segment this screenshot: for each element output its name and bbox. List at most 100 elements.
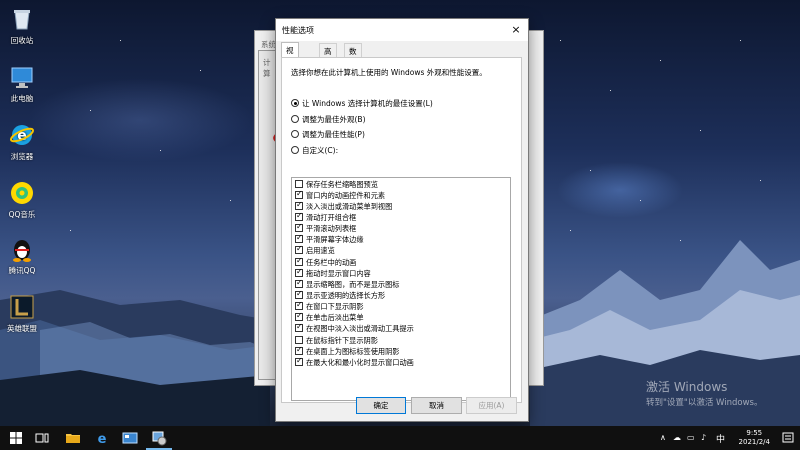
display-icon[interactable]: ▭	[687, 433, 695, 442]
list-item-label: 保存任务栏缩略图预览	[306, 180, 378, 189]
radio-label: 调整为最佳外观(B)	[302, 115, 366, 124]
list-item[interactable]: 在窗口下显示阴影	[295, 300, 364, 313]
radio-label: 自定义(C):	[302, 146, 339, 155]
desktop-icon-label: 浏览器	[10, 152, 34, 161]
system-settings-icon[interactable]	[151, 430, 167, 446]
list-item[interactable]: 平滑屏幕字体边缘	[295, 233, 364, 246]
checkbox[interactable]	[295, 189, 303, 199]
radio-label: 调整为最佳性能(P)	[302, 130, 365, 139]
desktop-icon-label: 英雄联盟	[7, 324, 37, 333]
desktop-icon-recycle-bin[interactable]: 回收站	[2, 6, 42, 46]
checkbox[interactable]	[295, 211, 303, 221]
list-item[interactable]: 滑动打开组合框	[295, 211, 357, 224]
volume-icon[interactable]: ♪	[701, 433, 706, 442]
list-item[interactable]: 在最大化和最小化时显示窗口动画	[295, 356, 414, 369]
qq-music-icon	[9, 180, 35, 206]
list-item-label: 启用速览	[306, 246, 335, 255]
list-item[interactable]: 淡入淡出或滑动菜单到视图	[295, 200, 392, 213]
checkbox[interactable]	[295, 300, 303, 310]
desktop-icon-qq-music[interactable]: QQ音乐	[2, 180, 42, 220]
dialog-title: 性能选项	[282, 26, 314, 35]
list-item-label: 滑动打开组合框	[306, 213, 357, 222]
checkbox[interactable]	[295, 336, 303, 344]
clock-time: 9:55	[746, 429, 763, 437]
clock-date: 2021/2/4	[738, 438, 770, 446]
activation-watermark-text: 转到"设置"以激活 Windows。	[646, 398, 763, 408]
close-button[interactable]: ×	[504, 19, 528, 41]
cancel-button[interactable]: 取消	[411, 397, 462, 414]
visual-effects-list[interactable]: 保存任务栏缩略图预览 窗口内的动画控件和元素 淡入淡出或滑动菜单到视图 滑动打开…	[291, 177, 511, 401]
list-item[interactable]: 任务栏中的动画	[295, 256, 357, 269]
ime-indicator[interactable]: 中	[716, 432, 725, 445]
desktop-icon-lol[interactable]: 英雄联盟	[2, 294, 42, 334]
checkbox[interactable]	[295, 222, 303, 232]
window-title: 系统	[261, 40, 276, 49]
tab-dep[interactable]: 数据执行保护	[344, 43, 362, 111]
radio-label: 让 Windows 选择计算机的最佳设置(L)	[302, 99, 433, 108]
radio-best-appearance[interactable]: 调整为最佳外观(B)	[291, 114, 366, 125]
list-item-label: 平滑屏幕字体边缘	[306, 235, 364, 244]
list-item[interactable]: 平滑滚动列表框	[295, 222, 357, 235]
radio-best-performance[interactable]: 调整为最佳性能(P)	[291, 129, 365, 140]
checkbox[interactable]	[295, 256, 303, 266]
list-item[interactable]: 窗口内的动画控件和元素	[295, 189, 386, 202]
this-pc-icon	[9, 64, 35, 90]
radio-button[interactable]	[291, 115, 299, 123]
chevron-up-icon[interactable]: ∧	[660, 433, 666, 442]
checkbox[interactable]	[295, 267, 303, 277]
radio-custom[interactable]: 自定义(C):	[291, 145, 338, 156]
desktop-icon-qq[interactable]: 腾讯QQ	[2, 236, 42, 276]
list-item[interactable]: 在桌面上为图标标签使用阴影	[295, 345, 400, 358]
list-item[interactable]: 拖动时显示窗口内容	[295, 267, 371, 280]
network-icon[interactable]: ☁	[673, 433, 681, 442]
radio-button[interactable]	[291, 146, 299, 154]
tab-advanced[interactable]: 高级	[319, 43, 337, 67]
task-view-icon[interactable]	[34, 430, 50, 446]
checkbox[interactable]	[295, 311, 303, 321]
checkbox[interactable]	[295, 289, 303, 299]
checkbox[interactable]	[295, 233, 303, 243]
panel-description: 选择你想在此计算机上使用的 Windows 外观和性能设置。	[291, 68, 487, 77]
clock[interactable]: 9:55 2021/2/4	[739, 429, 770, 447]
radio-button[interactable]	[291, 130, 299, 138]
apply-button[interactable]: 应用(A)	[466, 397, 517, 414]
list-item-label: 窗口内的动画控件和元素	[306, 191, 386, 200]
ok-button[interactable]: 确定	[356, 397, 406, 414]
checkbox[interactable]	[295, 180, 303, 188]
checkbox[interactable]	[295, 244, 303, 254]
list-item-label: 在最大化和最小化时显示窗口动画	[306, 358, 414, 367]
checkbox[interactable]	[295, 322, 303, 332]
desktop-icon-browser[interactable]: e 浏览器	[2, 122, 42, 162]
tab-visual-effects[interactable]: 视觉效果	[281, 42, 299, 88]
radio-button[interactable]	[291, 99, 299, 107]
recycle-bin-icon	[9, 6, 35, 32]
dialog-titlebar[interactable]: 性能选项 ×	[276, 19, 528, 41]
list-item-label: 拖动时显示窗口内容	[306, 269, 371, 278]
radio-let-windows-choose[interactable]: 让 Windows 选择计算机的最佳设置(L)	[291, 98, 433, 109]
checkbox[interactable]	[295, 200, 303, 210]
control-panel-icon[interactable]	[122, 430, 138, 446]
desktop-icon-label: QQ音乐	[8, 210, 36, 219]
list-item-label: 在单击后淡出菜单	[306, 313, 364, 322]
list-item-label: 在桌面上为图标标签使用阴影	[306, 347, 400, 356]
list-item[interactable]: 显示缩略图，而不是显示图标	[295, 278, 399, 291]
desktop-icon-label: 此电脑	[10, 94, 34, 103]
list-item[interactable]: 在视图中淡入淡出或滑动工具提示	[295, 322, 414, 335]
list-item[interactable]: 保存任务栏缩略图预览	[295, 180, 378, 191]
list-item[interactable]: 在单击后淡出菜单	[295, 311, 364, 324]
list-item-label: 平滑滚动列表框	[306, 224, 357, 233]
list-item-label: 在鼠标指针下显示阴影	[306, 336, 378, 345]
file-explorer-icon[interactable]	[65, 430, 81, 446]
checkbox[interactable]	[295, 356, 303, 366]
list-item-label: 任务栏中的动画	[306, 258, 357, 267]
list-item[interactable]: 显示亚透明的选择长方形	[295, 289, 385, 302]
checkbox[interactable]	[295, 345, 303, 355]
visual-effects-panel: 选择你想在此计算机上使用的 Windows 外观和性能设置。 让 Windows…	[281, 57, 522, 403]
edge-icon[interactable]: e	[94, 430, 110, 447]
league-of-legends-icon	[9, 294, 35, 320]
notification-icon[interactable]	[782, 431, 794, 445]
checkbox[interactable]	[295, 278, 303, 288]
windows-start-icon[interactable]	[8, 430, 24, 446]
list-item[interactable]: 在鼠标指针下显示阴影	[295, 336, 378, 347]
desktop-icon-this-pc[interactable]: 此电脑	[2, 64, 42, 104]
